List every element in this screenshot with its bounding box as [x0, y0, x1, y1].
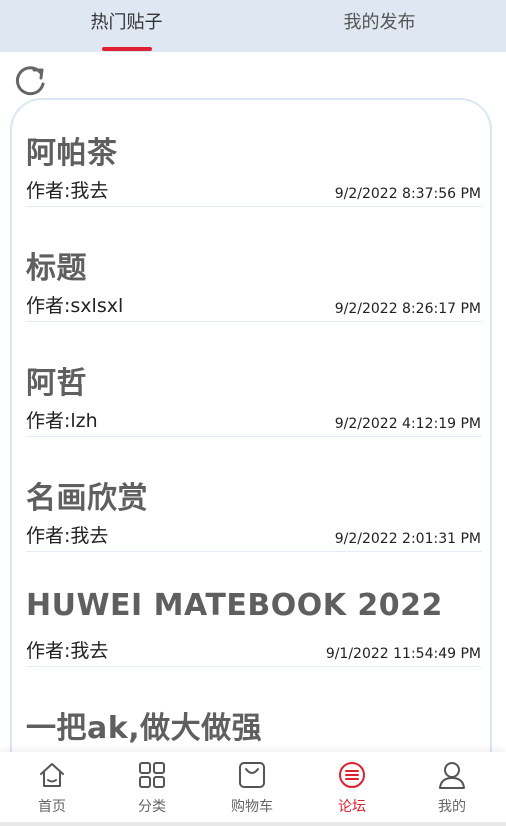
post-title: 标题: [26, 251, 87, 286]
author-name: 我去: [70, 180, 109, 202]
divider: [26, 206, 482, 207]
forum-icon: [339, 762, 365, 788]
post-author: 作者:sxlsxl: [26, 291, 123, 318]
post-time: 9/2/2022 8:37:56 PM: [334, 186, 481, 202]
post-author: 作者:我去: [26, 176, 108, 203]
tab-my-posts[interactable]: 我的发布: [253, 0, 506, 52]
bottom-edge: [0, 822, 506, 826]
post-item[interactable]: 阿帕茶 作者:我去 9/2/2022 8:37:56 PM: [26, 100, 482, 208]
author-prefix: 作者:: [26, 640, 71, 662]
author-prefix: 作者:: [26, 180, 71, 202]
author-prefix: 作者:: [26, 525, 71, 547]
nav-label: 分类: [138, 799, 166, 815]
post-time: 9/2/2022 4:12:19 PM: [334, 416, 481, 432]
nav-cart[interactable]: 购物车: [202, 752, 302, 822]
post-title: 一把ak,做大做强: [26, 711, 263, 746]
post-item[interactable]: 阿哲 作者:lzh 9/2/2022 4:12:19 PM: [26, 330, 482, 438]
divider: [26, 666, 482, 667]
home-icon: [40, 763, 64, 787]
bottom-nav: 首页 分类 购物车 论坛 我的: [0, 752, 506, 823]
post-title: 名画欣赏: [26, 481, 148, 516]
author-prefix: 作者:: [26, 295, 71, 317]
post-item[interactable]: 标题 作者:sxlsxl 9/2/2022 8:26:17 PM: [26, 215, 482, 323]
nav-home[interactable]: 首页: [2, 752, 102, 822]
author-name: 我去: [70, 640, 109, 662]
user-icon: [439, 762, 465, 789]
grid-icon: [139, 762, 165, 788]
divider: [26, 436, 482, 437]
nav-label: 首页: [38, 799, 66, 815]
tab-hot-posts[interactable]: 热门贴子: [0, 0, 253, 52]
author-name: lzh: [70, 410, 98, 432]
post-author: 作者:lzh: [26, 406, 98, 433]
refresh-icon[interactable]: [14, 64, 48, 98]
active-tab-indicator: [102, 47, 152, 51]
post-author: 作者:我去: [26, 521, 108, 548]
nav-label: 购物车: [231, 799, 273, 815]
divider: [26, 551, 482, 552]
author-name: 我去: [70, 525, 109, 547]
author-prefix: 作者:: [26, 410, 71, 432]
post-time: 9/2/2022 2:01:31 PM: [334, 531, 481, 547]
top-tab-bar: 热门贴子 我的发布: [0, 0, 506, 52]
post-item[interactable]: HUWEI MATEBOOK 2022 作者:我去 9/1/2022 11:54…: [26, 560, 482, 668]
nav-label: 我的: [438, 799, 466, 815]
shopping-bag-icon: [239, 762, 265, 788]
post-author: 作者:我去: [26, 636, 108, 663]
nav-label: 论坛: [338, 799, 366, 815]
post-title: 阿帕茶: [26, 136, 118, 171]
nav-category[interactable]: 分类: [102, 752, 202, 822]
nav-forum[interactable]: 论坛: [302, 752, 402, 822]
author-name: sxlsxl: [70, 295, 124, 317]
post-item[interactable]: 名画欣赏 作者:我去 9/2/2022 2:01:31 PM: [26, 445, 482, 553]
post-time: 9/2/2022 8:26:17 PM: [334, 301, 481, 317]
post-title: HUWEI MATEBOOK 2022: [26, 588, 443, 623]
post-time: 9/1/2022 11:54:49 PM: [325, 646, 481, 662]
post-title: 阿哲: [26, 366, 87, 401]
post-list: 阿帕茶 作者:我去 9/2/2022 8:37:56 PM 标题 作者:sxls…: [10, 98, 492, 798]
divider: [26, 321, 482, 322]
nav-mine[interactable]: 我的: [402, 752, 502, 822]
